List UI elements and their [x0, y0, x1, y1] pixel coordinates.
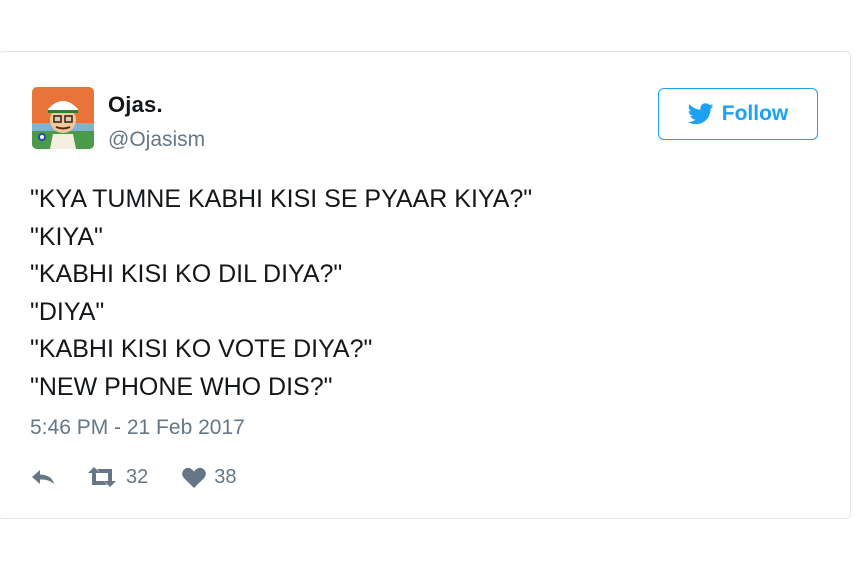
heart-icon [182, 467, 207, 488]
follow-button[interactable]: Follow [658, 88, 818, 140]
tweet-line: "NEW PHONE WHO DIS?" [30, 372, 333, 401]
tweet-line: "KYA TUMNE KABHI KISI SE PYAAR KIYA?" [30, 185, 533, 213]
avatar-image [32, 87, 94, 149]
retweet-button[interactable]: 32 [86, 466, 148, 489]
like-button[interactable]: 38 [182, 465, 237, 489]
tweet-actions: 32 38 [30, 462, 237, 492]
twitter-bird-icon [687, 103, 714, 125]
retweet-icon [86, 467, 118, 487]
like-count: 38 [214, 465, 237, 488]
display-name[interactable]: Ojas. [108, 92, 163, 118]
tweet-card: Ojas. @Ojasism Follow "KYA TUMNE KABHI K… [0, 51, 851, 519]
tweet-line: "DIYA" [30, 297, 105, 326]
follow-button-label: Follow [721, 102, 789, 125]
retweet-count: 32 [126, 465, 149, 488]
tweet-line: "KIYA" [30, 222, 103, 251]
tweet-text: "KYA TUMNE KABHI KISI SE PYAAR KIYA?" "K… [30, 181, 532, 406]
tweet-timestamp[interactable]: 5:46 PM - 21 Feb 2017 [30, 416, 245, 440]
tweet-line: "KABHI KISI KO DIL DIYA?" [30, 260, 343, 288]
reply-button[interactable] [30, 467, 56, 487]
avatar[interactable] [32, 87, 94, 149]
user-handle[interactable]: @Ojasism [108, 128, 205, 152]
reply-icon [30, 467, 56, 487]
tweet-line: "KABHI KISI KO VOTE DIYA?" [30, 335, 373, 363]
